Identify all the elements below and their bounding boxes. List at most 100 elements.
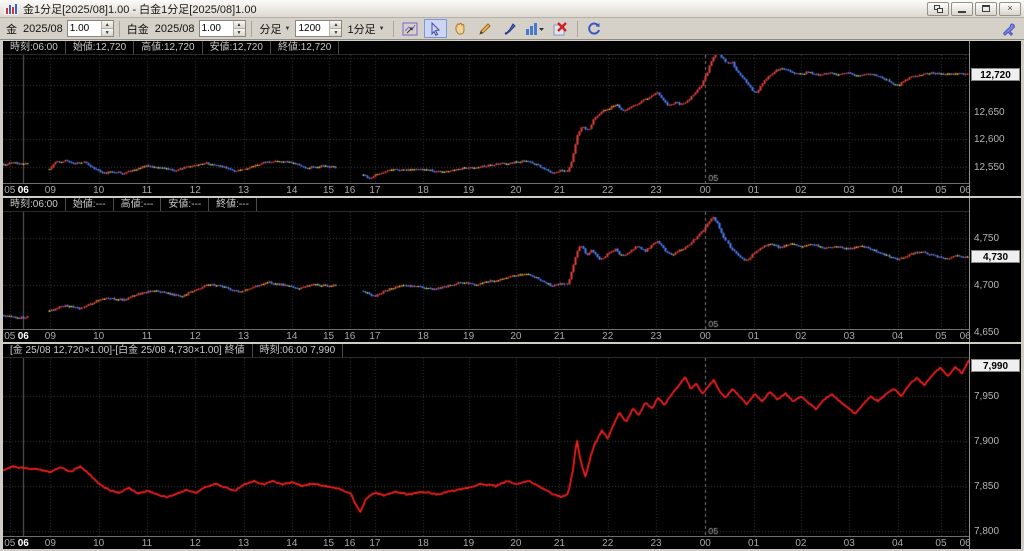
wrench-icon[interactable] [997, 19, 1020, 38]
platinum-plot-area[interactable] [3, 212, 969, 329]
minimize-button[interactable] [951, 1, 973, 16]
spread-x-axis[interactable]: 05 06 09 10 11 12 13 14 15 16 17 18 19 20 21 22 23 00 01 02… [3, 536, 971, 549]
spread-y-axis[interactable]: 7,950 7,900 7,850 7,800 7,990 [969, 344, 1021, 549]
gold-ratio-up-icon[interactable]: ▲ [101, 21, 113, 29]
info-field: 終値:12,720 [271, 41, 340, 54]
toolbar: 金 2025/08 ▲▼ 白金 2025/08 ▲▼ 分足 ▼ ▲▼ 1分足 ▼ [0, 18, 1024, 40]
x-axis-label: 06 [959, 538, 971, 549]
gold-ratio-down-icon[interactable]: ▼ [101, 29, 113, 36]
y-axis-label: 4,750 [974, 233, 1000, 245]
gold-ratio-stepper: ▲▼ [66, 20, 114, 37]
x-axis-label: 23 [650, 538, 662, 549]
x-axis-label: 02 [795, 538, 807, 549]
x-axis-label: 22 [602, 185, 614, 196]
gold-symbol-label: 金 [6, 23, 17, 36]
pencil-icon[interactable] [474, 19, 497, 38]
windows-icon[interactable] [927, 1, 949, 16]
delete-chart-icon[interactable] [549, 19, 572, 38]
x-axis-label: 00 [699, 185, 711, 196]
x-axis-label: 12 [189, 331, 201, 342]
x-axis-label: 22 [602, 331, 614, 342]
gold-plot-area[interactable] [3, 55, 969, 183]
info-field: 時刻:06:00 7,990 [253, 344, 344, 357]
x-axis-label: 17 [369, 538, 381, 549]
refresh-icon[interactable] [583, 19, 606, 38]
gold-contract-label: 2025/08 [23, 22, 63, 35]
x-axis-label: 14 [286, 185, 298, 196]
info-field: 高値:--- [114, 198, 162, 211]
x-axis-label: 01 [748, 331, 760, 342]
platinum-ratio-up-icon[interactable]: ▲ [233, 21, 245, 29]
x-axis-label: 10 [93, 185, 105, 196]
select-arrow-icon[interactable] [423, 19, 447, 38]
toolbar-separator [392, 20, 394, 37]
info-field: 時刻:06:00 [3, 41, 66, 54]
platinum-x-axis[interactable]: 05 06 09 10 11 12 13 14 15 16 17 18 19 20 21 22 23 00 01 02… [3, 329, 971, 342]
x-axis-label: 22 [602, 538, 614, 549]
x-axis-label: 23 [650, 185, 662, 196]
platinum-info-line: 時刻:06:00 始値:--- 高値:--- 安値:--- 終値:--- [3, 198, 969, 212]
bar-chart-icon[interactable] [524, 19, 547, 38]
y-axis-label: 12,550 [974, 161, 1005, 173]
x-axis-label: 09 [44, 331, 56, 342]
x-axis-label: 14 [286, 331, 298, 342]
pen-draw-icon[interactable] [499, 19, 522, 38]
chart-style-dropdown[interactable]: 分足 ▼ [257, 20, 294, 38]
x-axis-label: 21 [553, 185, 565, 196]
x-axis-label: 12 [189, 185, 201, 196]
info-field: [金 25/08 12,720×1.00]-[白金 25/08 4,730×1.… [3, 344, 253, 357]
current-price-label: 4,730 [971, 250, 1020, 264]
bar-count-up-icon[interactable]: ▲ [330, 21, 342, 29]
x-axis-label: 06 [959, 185, 971, 196]
platinum-y-axis[interactable]: 4,750 4,700 4,650 4,730 [969, 198, 1021, 342]
x-axis-label: 09 [44, 185, 56, 196]
spread-info-line: [金 25/08 12,720×1.00]-[白金 25/08 4,730×1.… [3, 344, 969, 358]
hand-pan-icon[interactable] [449, 19, 472, 38]
toolbar-separator [118, 20, 120, 37]
y-axis-label: 12,600 [974, 134, 1005, 146]
x-axis-label: 02 [795, 331, 807, 342]
gold-ratio-input[interactable] [67, 21, 101, 36]
gold-y-axis[interactable]: 12,650 12,600 12,550 12,720 [969, 41, 1021, 196]
y-axis-label: 12,650 [974, 107, 1005, 119]
x-axis-label: 09 [44, 538, 56, 549]
x-axis-label: 14 [286, 538, 298, 549]
x-axis-label: 20 [510, 331, 522, 342]
bar-count-input[interactable] [296, 21, 330, 36]
x-axis-label: 15 [322, 331, 335, 342]
y-axis-label: 7,850 [974, 481, 1000, 493]
info-field: 始値:--- [66, 198, 114, 211]
platinum-ratio-input[interactable] [199, 21, 233, 36]
chevron-down-icon: ▼ [378, 25, 385, 32]
crosshair-chart-icon[interactable] [399, 19, 422, 38]
x-axis-label: 15 [322, 185, 335, 196]
timeframe-label: 1分足 [347, 23, 376, 36]
toolbar-separator [576, 20, 578, 37]
platinum-ratio-down-icon[interactable]: ▼ [233, 29, 245, 36]
info-field: 始値:12,720 [66, 41, 135, 54]
app-chart-icon [4, 2, 18, 15]
x-axis-label: 19 [463, 331, 475, 342]
x-axis-label: 00 [699, 538, 711, 549]
x-axis-label: 18 [417, 185, 429, 196]
spread-plot-area[interactable] [3, 358, 969, 536]
x-axis-label: 02 [795, 185, 807, 196]
spread-line-canvas[interactable] [3, 358, 969, 536]
y-axis-label: 7,950 [974, 390, 1000, 402]
x-axis-label: 19 [463, 185, 475, 196]
platinum-candles-canvas[interactable] [3, 212, 969, 329]
gold-candles-canvas[interactable] [3, 55, 969, 183]
info-field: 安値:12,720 [203, 41, 271, 54]
maximize-button[interactable] [975, 1, 997, 16]
bar-count-down-icon[interactable]: ▼ [330, 29, 342, 36]
close-button[interactable]: × [999, 1, 1021, 16]
y-axis-label: 7,800 [974, 526, 1000, 538]
chart-style-label: 分足 [259, 23, 282, 36]
x-axis-label: 23 [650, 331, 662, 342]
timeframe-dropdown[interactable]: 1分足 ▼ [344, 20, 387, 38]
x-axis-label: 05 [935, 185, 947, 196]
x-axis-label: 04 [891, 538, 904, 549]
y-axis-label: 4,700 [974, 280, 1000, 291]
x-axis-label: 05 [935, 331, 947, 342]
gold-x-axis[interactable]: 05 06 09 10 11 12 13 14 15 16 17 18 19 20 21 22 23 00 01 02… [3, 183, 971, 196]
